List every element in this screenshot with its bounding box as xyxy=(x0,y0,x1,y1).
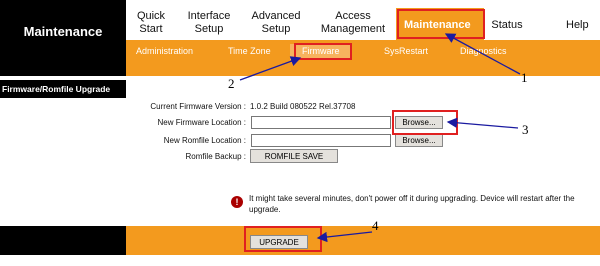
callout-4: 4 xyxy=(372,218,379,233)
annotation-arrows xyxy=(239,33,521,243)
arrow-4 xyxy=(316,231,373,243)
arrow-2 xyxy=(239,56,302,81)
arrow-3 xyxy=(446,117,519,129)
callout-1: 1 xyxy=(521,70,528,85)
callout-3: 3 xyxy=(522,122,529,137)
callout-2: 2 xyxy=(228,76,235,91)
arrow-1 xyxy=(444,33,521,75)
